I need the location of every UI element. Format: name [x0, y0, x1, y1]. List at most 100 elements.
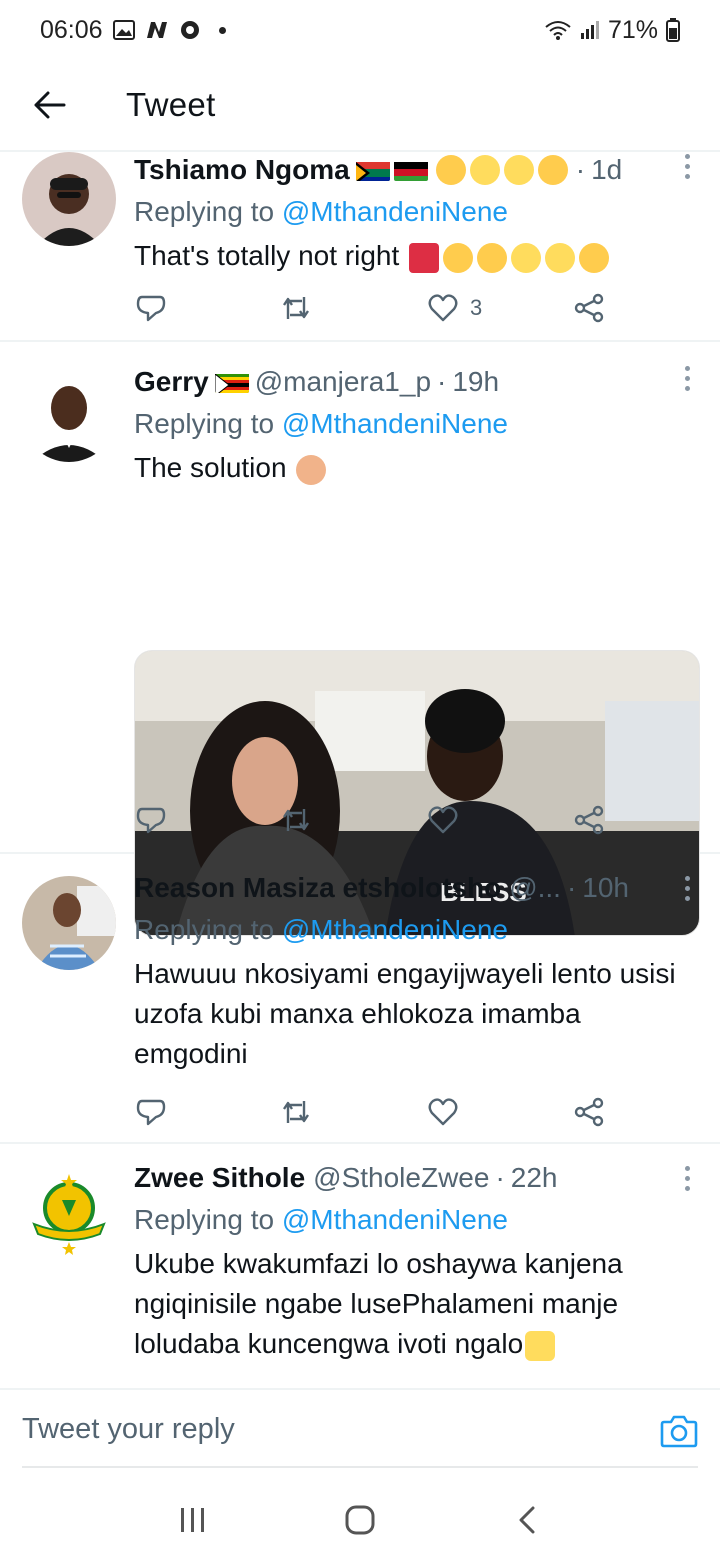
retweet-icon: [283, 1101, 309, 1123]
author-handle[interactable]: @StholeZwee: [313, 1162, 489, 1194]
more-vertical-icon[interactable]: [682, 154, 692, 179]
author-handle[interactable]: @manjera1_p: [255, 366, 431, 398]
replying-prefix: Replying to: [134, 408, 282, 439]
separator: ·: [495, 1162, 505, 1193]
reply-underline: [22, 1466, 698, 1468]
notification-dot-icon: [218, 26, 226, 34]
tweet-header: Reason Masiza etsholotsho @... · 10h: [134, 870, 698, 906]
back-nav-icon[interactable]: [497, 1490, 557, 1550]
comment-icon: [136, 295, 166, 322]
mention-link[interactable]: @MthandeniNene: [282, 196, 508, 227]
victory-hand-emoji-icon: [469, 155, 500, 185]
tweet-time[interactable]: 1d: [591, 154, 622, 186]
reply-button[interactable]: [136, 805, 166, 835]
tweet-header: Tshiamo Ngoma · 1d: [134, 152, 698, 188]
tweet-time[interactable]: 19h: [452, 366, 499, 398]
tweet-actions: [134, 1092, 614, 1132]
reply-composer[interactable]: Tweet your reply: [0, 1388, 720, 1468]
hugging-emoji-icon: [477, 242, 508, 273]
replying-prefix: Replying to: [134, 1204, 282, 1235]
heart-icon: [428, 294, 458, 322]
tweet-content: Reason Masiza etsholotsho @... · 10h Rep…: [134, 870, 698, 1074]
share-icon: [574, 805, 604, 835]
more-vertical-icon[interactable]: [682, 366, 692, 391]
gallery-notification-icon: [112, 20, 135, 40]
battery-icon: [666, 18, 680, 42]
victory-hand-emoji-icon: [511, 242, 542, 273]
author-name[interactable]: Tshiamo Ngoma: [134, 154, 350, 186]
reply-tweet[interactable]: Zwee Sithole @StholeZwee · 22h Replying …: [0, 1144, 720, 1388]
retweet-button[interactable]: [280, 805, 312, 835]
replying-to: Replying to @MthandeniNene: [134, 194, 698, 230]
page-title: Tweet: [126, 86, 216, 123]
mention-link[interactable]: @MthandeniNene: [282, 914, 508, 945]
avatar[interactable]: [22, 152, 116, 246]
reply-input[interactable]: Tweet your reply: [22, 1413, 235, 1446]
home-icon[interactable]: [330, 1490, 390, 1550]
battery-percent: 71%: [607, 15, 658, 44]
thinking-emoji-icon: [443, 242, 474, 273]
tweet-content: Gerry @manjera1_p · 19h Replying to @Mth…: [134, 364, 698, 488]
reply-button[interactable]: [136, 1097, 166, 1127]
more-vertical-icon[interactable]: [682, 876, 692, 901]
reply-tweet[interactable]: Reason Masiza etsholotsho @... · 10h Rep…: [0, 854, 720, 1144]
author-name[interactable]: Reason Masiza etsholotsho: [134, 872, 501, 904]
status-time: 06:06: [40, 15, 103, 44]
tweet-content: Tshiamo Ngoma · 1d Replying to @Mthanden…: [134, 152, 698, 276]
status-bar: 06:06 71%: [0, 0, 720, 60]
tweet-actions: [134, 800, 614, 840]
share-button[interactable]: [574, 293, 604, 323]
person-shrugging-emoji-icon: [296, 454, 327, 485]
share-icon: [574, 1097, 604, 1127]
like-count: 3: [470, 295, 483, 320]
share-button[interactable]: [574, 805, 604, 835]
separator: ·: [575, 154, 586, 185]
author-handle[interactable]: @...: [509, 872, 561, 904]
separator: ·: [437, 366, 447, 397]
mention-link[interactable]: @MthandeniNene: [282, 1204, 508, 1235]
tweet-time[interactable]: 22h: [511, 1162, 558, 1194]
recent-apps-icon[interactable]: [163, 1490, 223, 1550]
avatar[interactable]: [22, 1166, 116, 1260]
author-name[interactable]: Gerry: [134, 366, 209, 398]
replying-prefix: Replying to: [134, 914, 282, 945]
separator: ·: [566, 872, 577, 903]
hugging-emoji-icon: [435, 155, 466, 185]
south-africa-flag-icon: [355, 159, 390, 181]
avatar[interactable]: [22, 368, 116, 462]
share-button[interactable]: [574, 1097, 604, 1127]
avatar[interactable]: [22, 876, 116, 970]
tweet-feed[interactable]: Tshiamo Ngoma · 1d Replying to @Mthanden…: [0, 152, 720, 1388]
reply-tweet[interactable]: Tshiamo Ngoma · 1d Replying to @Mthanden…: [0, 152, 720, 342]
replying-to: Replying to @MthandeniNene: [134, 1202, 698, 1238]
app-bar: Tweet: [0, 60, 720, 150]
replying-prefix: Replying to: [134, 196, 282, 227]
tweet-time[interactable]: 10h: [582, 872, 629, 904]
camera-icon[interactable]: [660, 1414, 698, 1448]
retweet-button[interactable]: [280, 293, 312, 323]
chrome-notification-icon: [179, 19, 201, 41]
tweet-header: Gerry @manjera1_p · 19h: [134, 364, 698, 400]
replying-to: Replying to @MthandeniNene: [134, 406, 698, 442]
comment-icon: [136, 1099, 166, 1126]
tweet-header: Zwee Sithole @StholeZwee · 22h: [134, 1160, 698, 1196]
author-name[interactable]: Zwee Sithole: [134, 1162, 305, 1194]
tweet-text: Hawuuu nkosiyami engayijwayeli lento usi…: [134, 958, 676, 1069]
like-button[interactable]: [428, 1098, 458, 1126]
status-left: 06:06: [40, 16, 226, 45]
retweet-button[interactable]: [280, 1097, 312, 1127]
broken-heart-emoji-icon: [409, 242, 440, 273]
tweet-content: Zwee Sithole @StholeZwee · 22h Replying …: [134, 1160, 698, 1364]
name-flags: [214, 371, 249, 393]
malawi-flag-icon: [393, 159, 428, 181]
like-button[interactable]: 3: [428, 294, 482, 322]
sunglasses-emoji-icon: [537, 155, 568, 185]
like-button[interactable]: [428, 806, 458, 834]
more-vertical-icon[interactable]: [682, 1166, 692, 1191]
reply-button[interactable]: [136, 293, 166, 323]
share-icon: [574, 293, 604, 323]
reply-tweet[interactable]: Gerry @manjera1_p · 19h Replying to @Mth…: [0, 342, 720, 936]
arrow-left-icon[interactable]: [30, 85, 70, 125]
mention-link[interactable]: @MthandeniNene: [282, 408, 508, 439]
heart-icon: [428, 1098, 458, 1126]
